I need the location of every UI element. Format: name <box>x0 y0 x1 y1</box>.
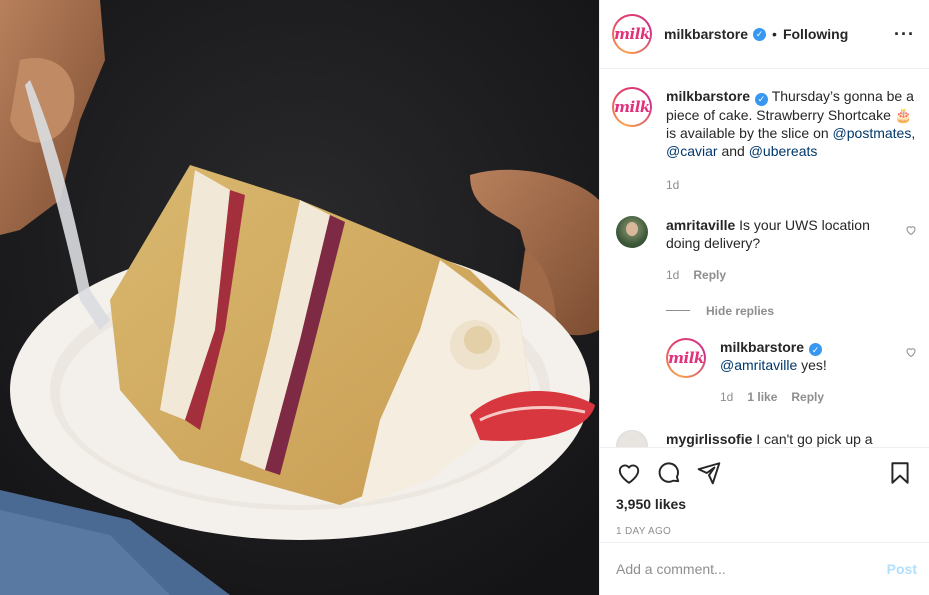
comment-meta: 1d Reply <box>666 266 892 284</box>
caption-text-part2: is available by the slice on <box>666 124 833 141</box>
reply-text: milkbarstore ✓ @amritaville yes! <box>720 338 900 375</box>
caption-username[interactable]: milkbarstore <box>666 88 750 104</box>
reply-username[interactable]: milkbarstore <box>720 339 804 355</box>
instagram-post-view: milk milkbarstore ✓ • Following ··· milk… <box>0 0 929 595</box>
caption-time[interactable]: 1d <box>666 176 679 194</box>
reply-button[interactable]: Reply <box>791 388 824 406</box>
likes-count[interactable]: 3,950 likes <box>616 496 913 512</box>
milk-logo: milk <box>614 98 650 116</box>
hide-replies-button[interactable]: Hide replies <box>666 304 917 318</box>
author-avatar[interactable]: milk <box>612 14 652 54</box>
verified-check-icon: ✓ <box>809 343 823 356</box>
more-options-icon[interactable]: ··· <box>894 25 915 43</box>
verified-check-icon: ✓ <box>753 27 767 41</box>
comments-list[interactable]: milk milkbarstore ✓ Thursday’s gonna be a… <box>600 69 929 447</box>
caption-avatar[interactable]: milk <box>612 87 652 127</box>
reply-avatar[interactable]: milk <box>666 337 706 378</box>
hide-replies-label: Hide replies <box>706 303 775 318</box>
commenter-avatar[interactable] <box>616 215 648 248</box>
commenter-avatar[interactable] <box>616 430 648 447</box>
post-comment-button[interactable]: Post <box>887 561 917 577</box>
caption-sep: , <box>911 124 916 141</box>
post-photo[interactable] <box>0 0 599 595</box>
reply-body: milkbarstore ✓ @amritaville yes! 1d 1 lik… <box>720 338 900 407</box>
comment-username[interactable]: amritaville <box>666 217 735 233</box>
milk-logo: milk <box>668 348 704 367</box>
comment-text: amritaville Is your UWS location doing d… <box>666 216 892 252</box>
comment-message: I can't go pick up a <box>756 431 873 447</box>
heart-icon[interactable] <box>616 460 642 486</box>
reply-meta: 1d 1 like Reply <box>720 388 900 406</box>
add-comment-bar: Post <box>600 542 929 595</box>
avatar-inner: milk <box>668 339 704 376</box>
paper-plane-icon[interactable] <box>696 460 722 486</box>
author-username[interactable]: milkbarstore <box>664 26 748 42</box>
reply-message: yes! <box>797 357 827 373</box>
milk-logo: milk <box>614 25 650 43</box>
reply-likes[interactable]: 1 like <box>747 388 777 406</box>
comment-body: amritaville Is your UWS location doing d… <box>666 216 892 284</box>
mention-ubereats[interactable]: @ubereats <box>749 143 818 159</box>
caption-body: milkbarstore ✓ Thursday’s gonna be a piec… <box>666 87 916 194</box>
comment-time[interactable]: 1d <box>666 266 679 284</box>
mention-amritaville[interactable]: @amritaville <box>720 357 797 373</box>
cake-emoji: 🎂 <box>894 106 913 123</box>
post-time[interactable]: 1 DAY AGO <box>616 526 913 537</box>
mention-postmates[interactable]: @postmates <box>833 125 912 141</box>
comment-username[interactable]: mygirlissofie <box>666 431 752 447</box>
reply-button[interactable]: Reply <box>693 266 726 284</box>
cake-photo-illustration <box>0 0 599 595</box>
reply-item: milk milkbarstore ✓ @amritaville yes! 1d … <box>666 337 917 407</box>
avatar-inner: milk <box>614 89 650 125</box>
comment-icon[interactable] <box>656 460 682 486</box>
reply-like-heart-icon[interactable] <box>905 346 917 358</box>
following-button[interactable]: Following <box>783 26 848 42</box>
post-header: milk milkbarstore ✓ • Following ··· <box>600 0 929 69</box>
comment-item: mygirlissofie I can't go pick up a <box>612 430 917 447</box>
avatar-inner: milk <box>614 16 650 52</box>
caption-and: and <box>717 142 749 159</box>
post-side-panel: milk milkbarstore ✓ • Following ··· milk… <box>599 0 929 595</box>
caption-text: milkbarstore ✓ Thursday’s gonna be a piec… <box>666 87 916 160</box>
mention-caviar[interactable]: @caviar <box>666 143 718 159</box>
divider-line <box>666 310 690 311</box>
comment-input[interactable] <box>616 561 887 577</box>
bookmark-icon[interactable] <box>887 460 913 486</box>
comment-body: mygirlissofie I can't go pick up a <box>666 430 892 447</box>
verified-check-icon: ✓ <box>755 92 769 106</box>
reply-time[interactable]: 1d <box>720 388 733 406</box>
comment-like-heart-icon[interactable] <box>905 224 917 236</box>
post-actions: 3,950 likes 1 DAY AGO <box>600 447 929 542</box>
caption: milk milkbarstore ✓ Thursday’s gonna be a… <box>612 87 917 194</box>
separator-dot: • <box>772 26 777 42</box>
comment-item: amritaville Is your UWS location doing d… <box>612 215 917 284</box>
action-icons <box>616 458 913 488</box>
caption-meta: 1d <box>666 176 916 194</box>
